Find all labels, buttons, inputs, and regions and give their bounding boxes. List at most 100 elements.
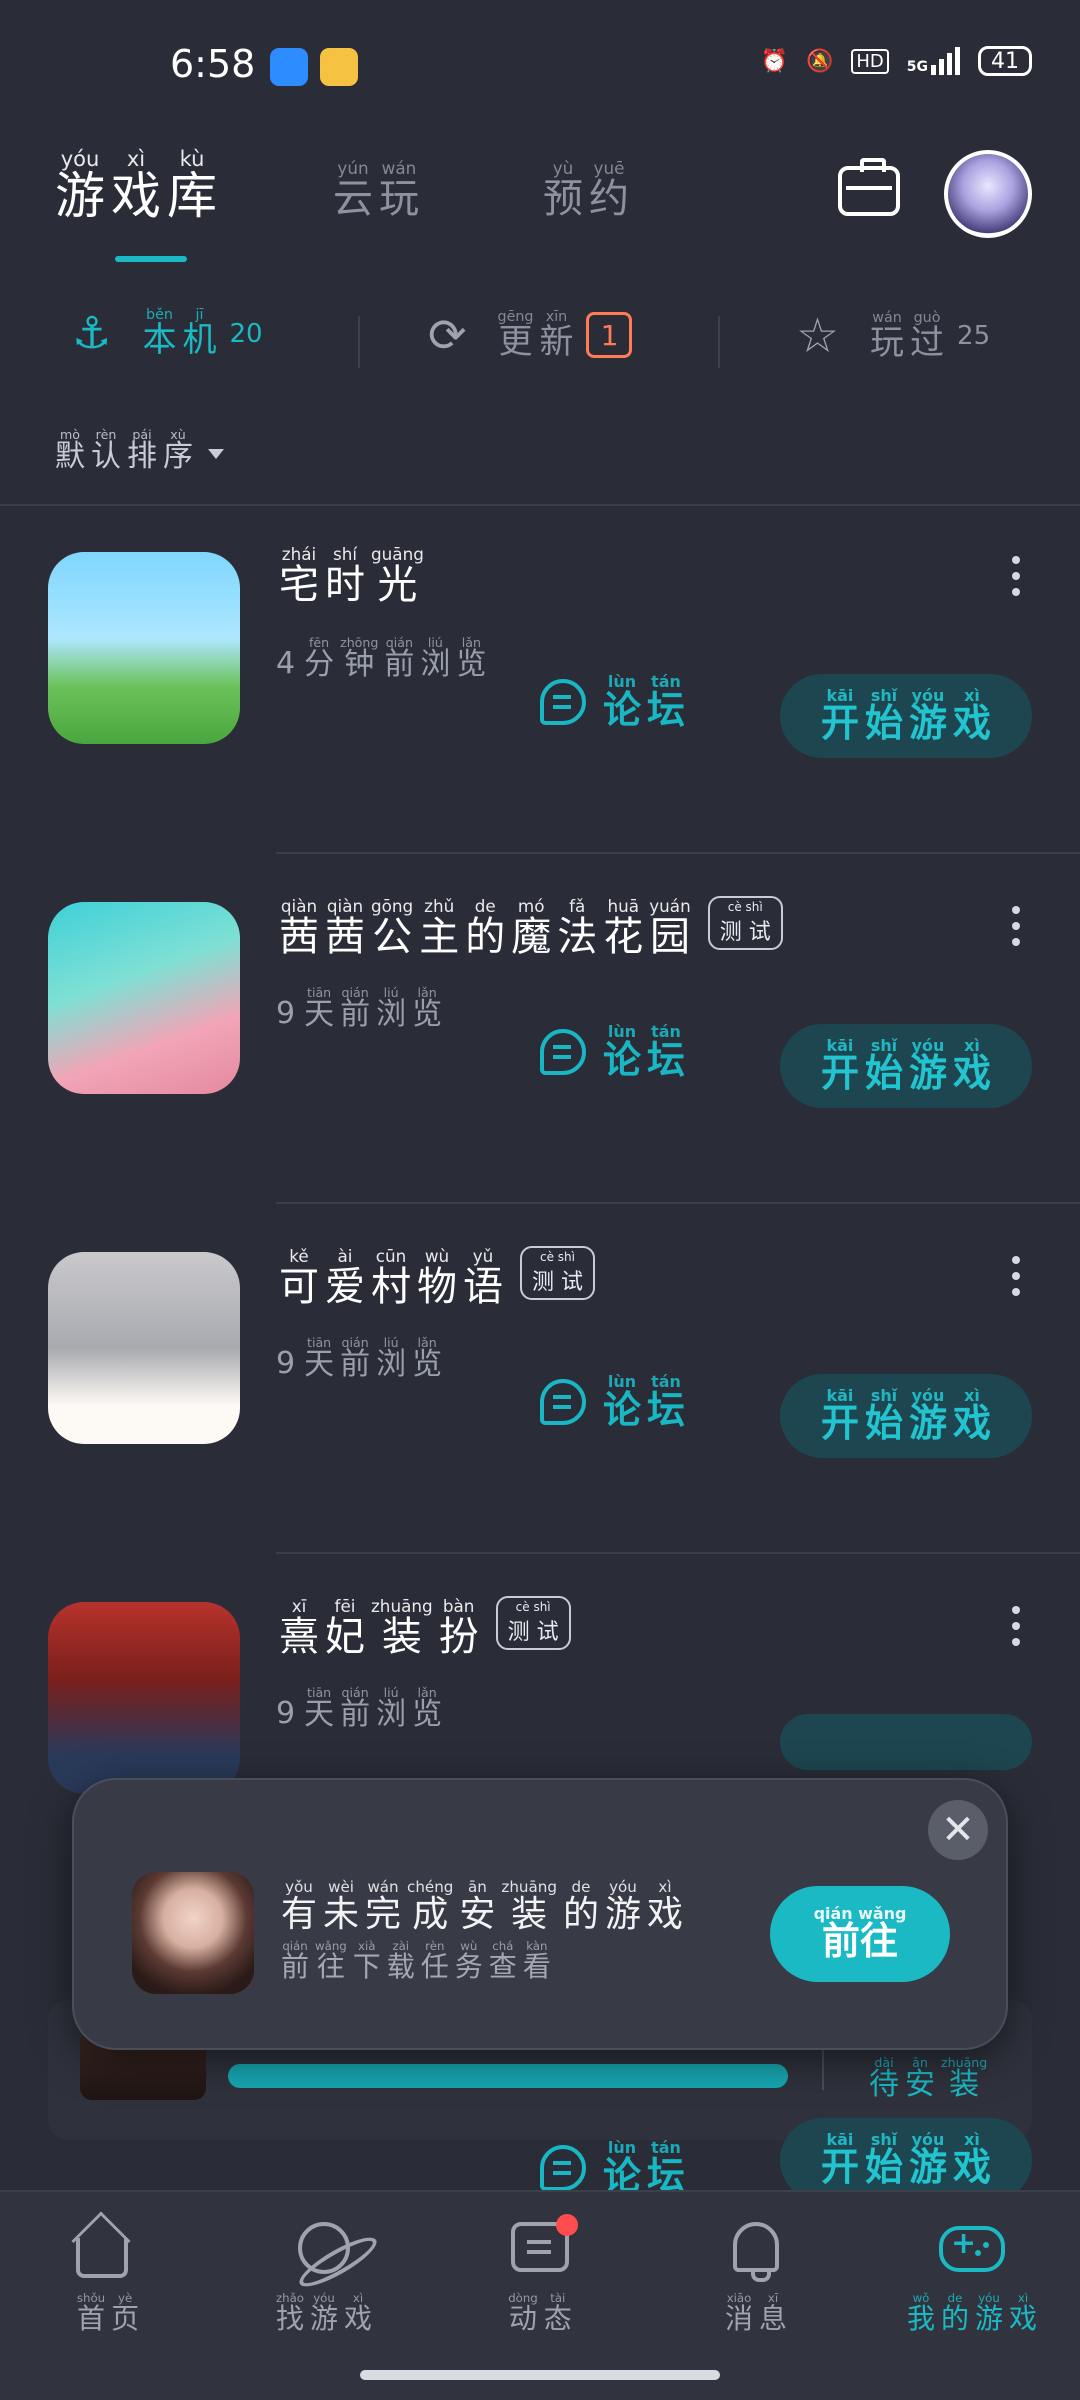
filter-update-label: gēng 更 xīn 新 [495, 309, 577, 361]
app-notification-icon [270, 48, 308, 86]
tab-game-library-char: yóu 游 [55, 148, 105, 223]
tab-game-library-char: xì 戏 [111, 148, 161, 223]
start-game-char: shǐ 始 [865, 1037, 903, 1095]
filter-pinyin: jī [195, 307, 204, 324]
game-title: kě 可 ài 爱 cūn 村 wù 物 yǔ 语 cè shì 测 试 [276, 1246, 595, 1308]
start-game-char: yóu 游 [909, 1037, 947, 1095]
forum-button[interactable]: lùn 论 tán 坛 [540, 1372, 688, 1431]
forum-pinyin: lùn [607, 1372, 637, 1391]
forum-button[interactable]: lùn 论 tán 坛 [540, 1023, 688, 1081]
unfinished-install-popup: ✕ yǒu 有 wèi 未 wán 完 chéng 成 ān 安 zhuāng 装 de 的 yóu 游 xì 戏… [72, 1778, 1008, 2050]
gesture-home-bar[interactable] [360, 2370, 720, 2380]
nav-hanzi: 游 [975, 2302, 1004, 2336]
filter-played[interactable]: ☆ wán 玩 guò 过 25 [796, 308, 990, 364]
last-viewed-char: qián 前 [340, 1336, 370, 1381]
popup-title-char: de 的 [563, 1879, 599, 1934]
filter-update[interactable]: ⟳ gēng 更 xīn 新 1 [428, 308, 633, 362]
nav-pinyin: yóu [978, 2291, 1000, 2305]
nav-pinyin: dòng [508, 2291, 538, 2305]
game-card[interactable]: qiàn 茜 qiàn 茜 gōng 公 zhǔ 主 de 的 mó 魔 fǎ 法 huā 花 yuán 园 cè … [0, 854, 1080, 1204]
more-options-icon[interactable] [1010, 1256, 1022, 1296]
last-viewed-hanzi: 天 [304, 997, 335, 1033]
start-game-button[interactable] [780, 1714, 1032, 1770]
nav-char: dòng 动 [508, 2292, 538, 2334]
last-viewed-hanzi: 览 [456, 647, 487, 683]
popup-title-char: yǒu 有 [281, 1879, 317, 1934]
popup-subtitle-hanzi: 查 [488, 1950, 517, 1984]
last-viewed-pinyin: liú [383, 1335, 399, 1350]
popup-subtitle-pinyin: xià [358, 1939, 376, 1953]
gamepad-icon [939, 2216, 1005, 2280]
refresh-icon: ⟳ [428, 308, 467, 362]
start-game-char: kāi 开 [821, 687, 859, 745]
sort-hanzi: 排 [127, 439, 157, 475]
close-icon[interactable]: ✕ [928, 1800, 988, 1860]
princess-game-icon[interactable] [48, 902, 240, 1094]
game-title-pinyin: xī [291, 1596, 307, 1617]
go-button[interactable]: qián wǎng 前往 [770, 1886, 950, 1982]
tab-cloud-play[interactable]: yún 云 wán 玩 [330, 159, 422, 219]
game-title-char: zhǔ 主 [419, 898, 459, 958]
more-options-icon[interactable] [1010, 556, 1022, 596]
nav-pinyin: wǒ [912, 2291, 930, 2305]
start-game-pinyin: shǐ [870, 2129, 898, 2149]
popup-subtitle-char: rèn 任 [421, 1940, 449, 1982]
popup-title-char: xì 戏 [647, 1879, 683, 1934]
game-title-char: yuán 园 [649, 898, 691, 958]
last-viewed-char: qián 前 [340, 1686, 370, 1731]
cat-game-icon[interactable] [48, 1252, 240, 1444]
popup-title-hanzi: 完 [365, 1893, 402, 1935]
filter-local[interactable]: ⚓ běn 本 jī 机 20 [72, 308, 263, 359]
last-viewed-hanzi: 前 [340, 1697, 371, 1733]
nav-item[interactable]: xiāo 消 xī 息 [648, 2216, 864, 2334]
nav-item-label: wǒ 我 de 的 yóu 游 xì 戏 [904, 2292, 1040, 2334]
bear-game-icon[interactable] [48, 552, 240, 744]
nav-item[interactable]: dòng 动 tài 态 [432, 2214, 648, 2334]
game-card[interactable]: zhái 宅 shí 时 guāng 光 4 fēn 分 zhōng 钟 qián 前 liú 浏 lǎn 览 l… [0, 504, 1080, 854]
game-title-char: mó 魔 [511, 898, 551, 958]
bottom-navigation: shǒu首yè页zhǎo找yóu游xì戏dòng动tài态xiāo消xī息wǒ我… [0, 2190, 1080, 2400]
more-options-icon[interactable] [1010, 906, 1022, 946]
tab-reservation[interactable]: yù 预 yuē 约 [540, 159, 632, 219]
hd-icon: HD [851, 48, 889, 74]
caret-down-icon [208, 449, 224, 460]
start-game-button[interactable]: kāi 开 shǐ 始 yóu 游 xì 戏 [780, 1374, 1032, 1458]
user-avatar[interactable] [944, 150, 1032, 238]
last-viewed-pinyin: tiān [307, 1335, 332, 1350]
consort-game-icon[interactable] [48, 1602, 240, 1794]
anchor-icon: ⚓ [72, 308, 112, 359]
start-game-button[interactable]: kāi 开 shǐ 始 yóu 游 xì 戏 [780, 1024, 1032, 1108]
game-title-hanzi: 花 [603, 914, 644, 960]
nav-item[interactable]: shǒu 首 yè 页 [0, 2216, 216, 2334]
start-game-hanzi: 戏 [953, 701, 992, 746]
game-title-hanzi: 茜 [279, 914, 319, 960]
filter-local-label: běn 本 jī 机 [139, 308, 219, 359]
nav-char: shǒu 首 [77, 2292, 105, 2334]
game-title-pinyin: cūn [375, 1246, 407, 1267]
game-title-hanzi: 扮 [438, 1614, 479, 1660]
game-card[interactable]: kě 可 ài 爱 cūn 村 wù 物 yǔ 语 cè shì 测 试 9 tiān 天 qián 前 liú 浏… [0, 1204, 1080, 1554]
popup-title: yǒu 有 wèi 未 wán 完 chéng 成 ān 安 zhuāng 装 de 的 yóu 游 xì 戏 [278, 1879, 686, 1935]
last-viewed-hanzi: 浏 [376, 1697, 407, 1733]
game-title-hanzi: 可 [279, 1264, 319, 1310]
briefcase-icon[interactable] [838, 158, 900, 216]
start-game-pinyin: xì [964, 1035, 980, 1055]
forum-button[interactable]: lùn 论 tán 坛 [540, 2139, 688, 2197]
tab-game-library[interactable]: yóu 游 xì 戏 kù 库 [52, 148, 220, 223]
sort-dropdown[interactable]: mò 默 rèn 认 pái 排 xù 序 [52, 428, 224, 473]
nav-hanzi: 的 [940, 2302, 969, 2336]
forum-button[interactable]: lùn 论 tán 坛 [540, 673, 688, 731]
nav-pinyin: yóu [313, 2291, 335, 2305]
last-viewed-pinyin: qián [341, 985, 369, 1000]
last-viewed-hanzi: 分 [304, 647, 335, 683]
last-viewed-hanzi: 浏 [420, 647, 451, 683]
download-status-pending-install[interactable]: dài 待 ān 安 zhuāng 装 [866, 2056, 990, 2101]
nav-item[interactable]: wǒ我de的yóu游xì戏 [864, 2216, 1080, 2334]
nav-item[interactable]: zhǎo 找 yóu 游 xì 戏 [216, 2216, 432, 2334]
tab-reservation-char: yù 预 [543, 159, 583, 219]
start-game-char: shǐ 始 [865, 687, 903, 745]
download-status-pinyin: dài [874, 2055, 894, 2070]
start-game-button[interactable]: kāi 开 shǐ 始 yóu 游 xì 戏 [780, 674, 1032, 758]
last-viewed-char: liú 浏 [376, 986, 406, 1031]
more-options-icon[interactable] [1010, 1606, 1022, 1646]
